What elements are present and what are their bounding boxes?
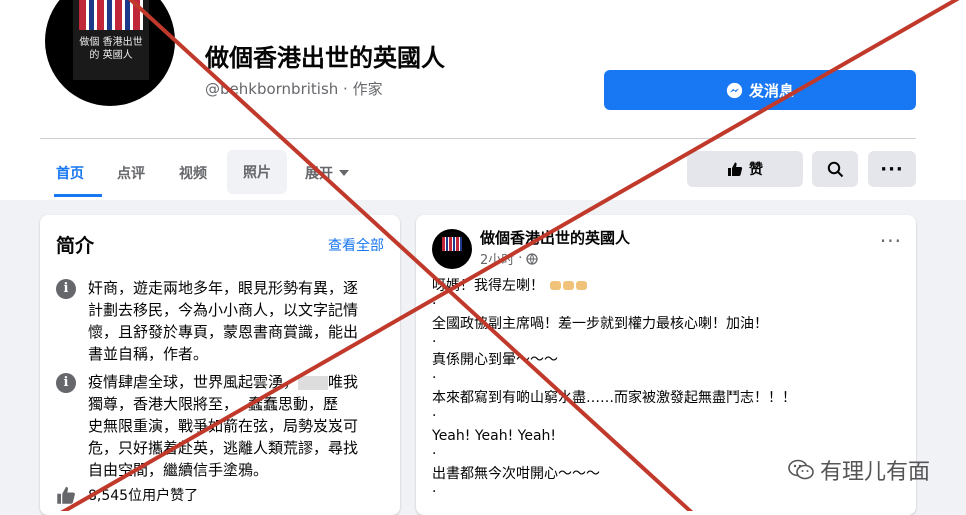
tab-photos[interactable]: 照片 (227, 150, 287, 194)
tab-home[interactable]: 首页 (56, 150, 84, 196)
tab-reviews[interactable]: 点评 (117, 150, 145, 196)
post-text-line: · (432, 408, 437, 424)
intro-item-text: 奸商，遊走兩地多年，眼見形勢有異，逐 計劃去移民，今為小小商人，以文字記情 懷，… (88, 277, 386, 365)
more-options-button[interactable]: ··· (868, 151, 916, 187)
intro-line: 書並自稱，作者。 (88, 345, 209, 363)
redacted-block (298, 375, 329, 390)
post-meta: 2小时 · (480, 249, 539, 268)
intro-title: 简介 (56, 235, 95, 257)
like-page-label: 赞 (749, 162, 763, 178)
post-options-icon[interactable]: ··· (880, 229, 902, 253)
intro-text-fragment: 疫情肆虐全球，世界風起雲湧， (88, 373, 299, 391)
post-text-line: 本來都寫到有啲山窮水盡……而家被激發起無盡鬥志！！！ (432, 390, 796, 406)
chevron-down-icon (339, 170, 349, 176)
page-handle: @behkbornbritish · 作家 (205, 80, 383, 98)
tab-videos[interactable]: 视频 (179, 150, 207, 196)
post-text-line: 真係開心到暈～～～ (432, 352, 558, 368)
intro-card: 简介 查看全部 i 奸商，遊走兩地多年，眼見形勢有異，逐 計劃去移民，今為小小商… (40, 215, 400, 515)
post-text-line: Yeah! Yeah! Yeah! (432, 428, 557, 444)
tab-more-label: 展开 (305, 166, 333, 182)
intro-text-fragment: 獨尊，香港大限將至， (88, 395, 239, 413)
post-time[interactable]: 2小时 (480, 249, 514, 268)
clap-emoji-icon (550, 281, 562, 290)
thumbs-up-icon (728, 162, 743, 176)
intro-text-fragment: 唯我 (328, 373, 359, 391)
page-avatar[interactable]: 做個 香港出世的 英國人 (45, 0, 175, 106)
intro-item: i 奸商，遊走兩地多年，眼見形勢有異，逐 計劃去移民，今為小小商人，以文字記情 … (56, 277, 372, 369)
tab-more[interactable]: 展开 (305, 150, 349, 196)
intro-line: 疫情肆虐全球，世界風起雲湧， 唯我 (88, 371, 386, 393)
intro-line: 懷，且舒發於專頁，蒙恩書商賞識，能出 (88, 323, 359, 341)
intro-line: 自由空間，繼續信手塗鴉。 (88, 461, 269, 479)
wechat-watermark: 有理儿有面 (788, 454, 930, 486)
intro-line: 奸商，遊走兩地多年，眼見形勢有異，逐 (88, 279, 359, 297)
search-icon (827, 161, 843, 177)
intro-line: 計劃去移民，今為小小商人，以文字記情 (88, 301, 359, 319)
more-dots-icon: ··· (880, 158, 904, 180)
like-page-button[interactable]: 赞 (687, 151, 803, 187)
post-text-line: · (432, 446, 437, 462)
header-divider (40, 138, 916, 139)
tab-reviews-label: 点评 (117, 166, 145, 182)
messenger-icon (726, 82, 743, 98)
flag-stripes (442, 237, 462, 251)
search-button[interactable] (812, 151, 858, 187)
post-text: 呀媽！我得左喇！ (432, 278, 544, 294)
intro-item-text: 疫情肆虐全球，世界風起雲湧， 唯我 獨尊，香港大限將至， 蠢蠢思動，歷 史無限重演，… (88, 371, 386, 481)
post-text-line: · (432, 484, 437, 500)
book-cover-title: 做個 香港出世的 英國人 (79, 37, 143, 61)
post-author-name[interactable]: 做個香港出世的英國人 (480, 227, 630, 248)
see-all-link[interactable]: 查看全部 (328, 235, 384, 255)
globe-icon (526, 252, 539, 265)
book-cover-image: 做個 香港出世的 英國人 (73, 0, 149, 80)
active-tab-indicator (54, 194, 102, 197)
post-text-line: · (432, 334, 437, 350)
watermark-text: 有理儿有面 (820, 460, 931, 485)
tab-videos-label: 视频 (179, 166, 207, 182)
flag-stripes (79, 0, 143, 30)
send-message-label: 发消息 (748, 81, 794, 100)
post-author-avatar[interactable] (432, 229, 472, 269)
post-text-line: 呀媽！我得左喇！ (432, 277, 588, 295)
intro-line: 史無限重演，戰爭如箭在弦，局勢岌岌可 (88, 417, 359, 435)
post-text-line: 出書都無今次咁開心～～～ (432, 466, 600, 482)
intro-item: i 疫情肆虐全球，世界風起雲湧， 唯我 獨尊，香港大限將至， 蠢蠢思動，歷 史無限重… (56, 371, 372, 481)
post-text-line: · (432, 370, 437, 386)
send-message-button[interactable]: 发消息 (604, 70, 916, 110)
post-text-line: 全國政協副主席喎！差一步就到權力最核心喇！加油！ (432, 316, 768, 332)
intro-text-fragment: 蠢蠢思動，歷 (248, 395, 339, 413)
wechat-icon (788, 459, 814, 480)
info-icon: i (56, 279, 76, 299)
intro-line: 獨尊，香港大限將至， 蠢蠢思動，歷 (88, 393, 386, 415)
clap-emoji-icon (576, 281, 588, 290)
dot-separator: · (518, 251, 523, 266)
page-title: 做個香港出世的英國人 (205, 44, 445, 72)
page-header: 做個 香港出世的 英國人 做個香港出世的英國人 @behkbornbritish… (0, 0, 966, 200)
thumbs-up-icon (57, 486, 75, 504)
page-likes-text: 8,545位用户赞了 (88, 488, 199, 504)
intro-line: 危，只好攜着赴英，逃離人類荒謬，尋找 (88, 439, 359, 457)
tab-home-label: 首页 (56, 166, 84, 182)
clap-emoji-icon (563, 281, 575, 290)
post-text-line: · (432, 296, 437, 312)
info-icon: i (56, 373, 76, 393)
tab-photos-label: 照片 (243, 165, 271, 181)
page-likes-count: 8,545位用户赞了 (56, 485, 198, 505)
